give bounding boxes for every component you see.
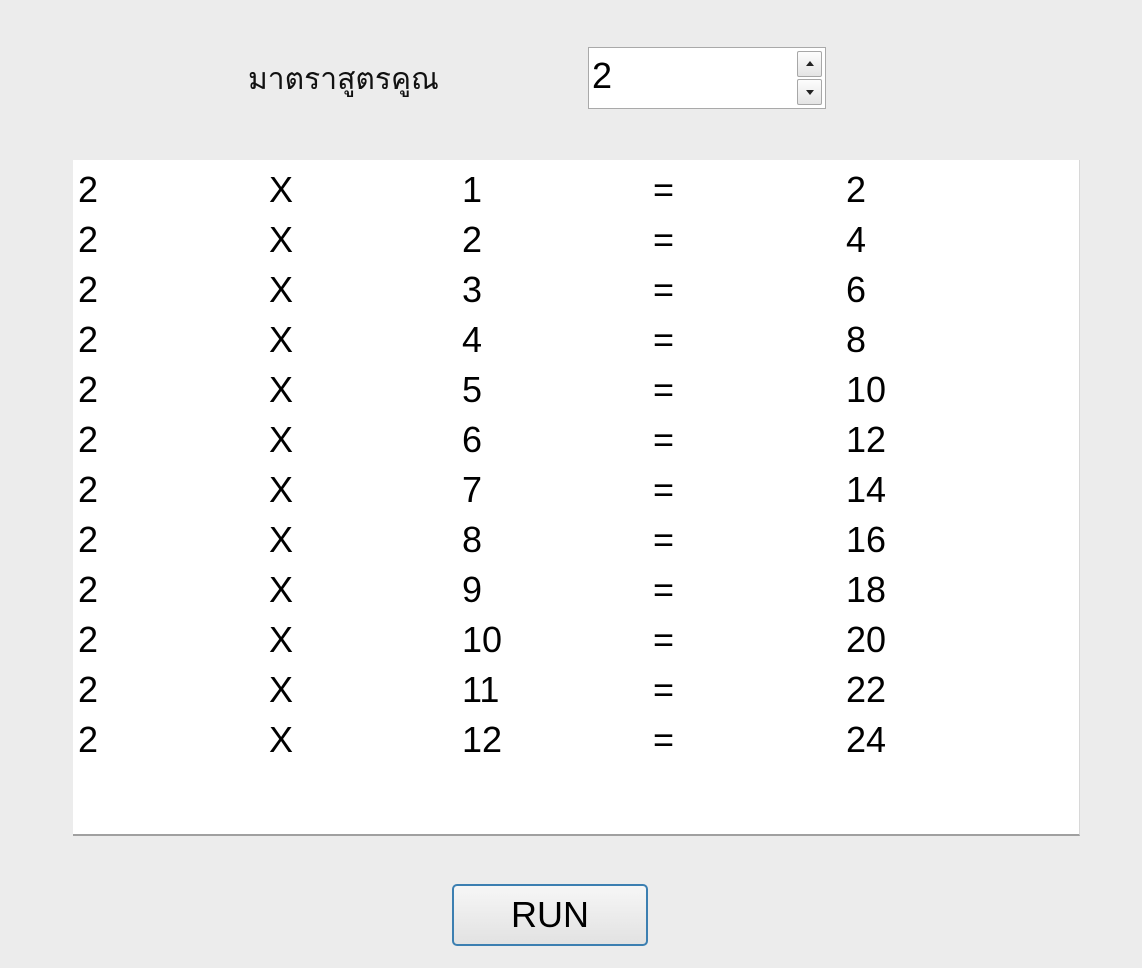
cell-equals: = [653, 569, 675, 610]
spinner-buttons [797, 51, 822, 105]
cell-multiplicand: 2 [78, 719, 99, 760]
cell-product: 2 [846, 169, 867, 210]
cell-product: 16 [846, 519, 887, 560]
cell-equals: = [653, 319, 675, 360]
cell-multiplicand: 2 [78, 169, 99, 210]
cell-multiplicand: 2 [78, 469, 99, 510]
cell-multiplicand: 2 [78, 369, 99, 410]
cell-operator: X [269, 669, 294, 710]
result-textarea[interactable]: 2 X 1 = 2 2 X 2 = 4 2 X 3 = 6 2 X 4 = 8 2 X 5 = 10 2 X 6 = 12 2 X 7 = 14 2 X… [73, 160, 1080, 836]
cell-product: 8 [846, 319, 867, 360]
cell-product: 14 [846, 469, 887, 510]
cell-equals: = [653, 219, 675, 260]
run-button[interactable]: RUN [452, 884, 648, 946]
cell-multiplier: 4 [462, 319, 483, 360]
cell-equals: = [653, 619, 675, 660]
spinner-down-button[interactable] [797, 79, 822, 105]
cell-equals: = [653, 469, 675, 510]
cell-operator: X [269, 319, 294, 360]
cell-multiplier: 7 [462, 469, 483, 510]
cell-product: 24 [846, 719, 887, 760]
cell-operator: X [269, 369, 294, 410]
cell-product: 10 [846, 369, 887, 410]
cell-operator: X [269, 619, 294, 660]
cell-product: 18 [846, 569, 887, 610]
cell-product: 6 [846, 269, 867, 310]
cell-equals: = [653, 719, 675, 760]
cell-multiplicand: 2 [78, 569, 99, 610]
cell-multiplicand: 2 [78, 419, 99, 460]
cell-operator: X [269, 469, 294, 510]
cell-equals: = [653, 419, 675, 460]
spinner-value[interactable]: 2 [592, 54, 612, 98]
cell-multiplier: 10 [462, 619, 503, 660]
cell-multiplicand: 2 [78, 319, 99, 360]
multiplication-table-label: มาตราสูตรคูณ [248, 62, 439, 97]
cell-product: 12 [846, 419, 887, 460]
cell-multiplier: 11 [462, 669, 500, 710]
cell-multiplier: 3 [462, 269, 483, 310]
arrow-down-icon [806, 90, 814, 95]
cell-operator: X [269, 719, 294, 760]
cell-operator: X [269, 169, 294, 210]
cell-operator: X [269, 269, 294, 310]
cell-equals: = [653, 269, 675, 310]
cell-equals: = [653, 519, 675, 560]
cell-multiplicand: 2 [78, 619, 99, 660]
arrow-up-icon [806, 61, 814, 66]
table-number-spinner[interactable]: 2 [588, 47, 826, 109]
cell-multiplier: 8 [462, 519, 483, 560]
cell-multiplier: 5 [462, 369, 483, 410]
cell-equals: = [653, 369, 675, 410]
cell-multiplicand: 2 [78, 269, 99, 310]
cell-equals: = [653, 669, 675, 710]
cell-multiplicand: 2 [78, 219, 99, 260]
cell-operator: X [269, 219, 294, 260]
cell-product: 20 [846, 619, 887, 660]
cell-equals: = [653, 169, 675, 210]
cell-multiplicand: 2 [78, 519, 99, 560]
cell-multiplier: 2 [462, 219, 483, 260]
cell-multiplier: 9 [462, 569, 483, 610]
cell-multiplier: 1 [462, 169, 483, 210]
cell-product: 4 [846, 219, 867, 260]
cell-operator: X [269, 419, 294, 460]
cell-multiplier: 6 [462, 419, 483, 460]
cell-multiplicand: 2 [78, 669, 99, 710]
cell-operator: X [269, 569, 294, 610]
cell-multiplier: 12 [462, 719, 503, 760]
cell-operator: X [269, 519, 294, 560]
spinner-up-button[interactable] [797, 51, 822, 77]
cell-product: 22 [846, 669, 887, 710]
